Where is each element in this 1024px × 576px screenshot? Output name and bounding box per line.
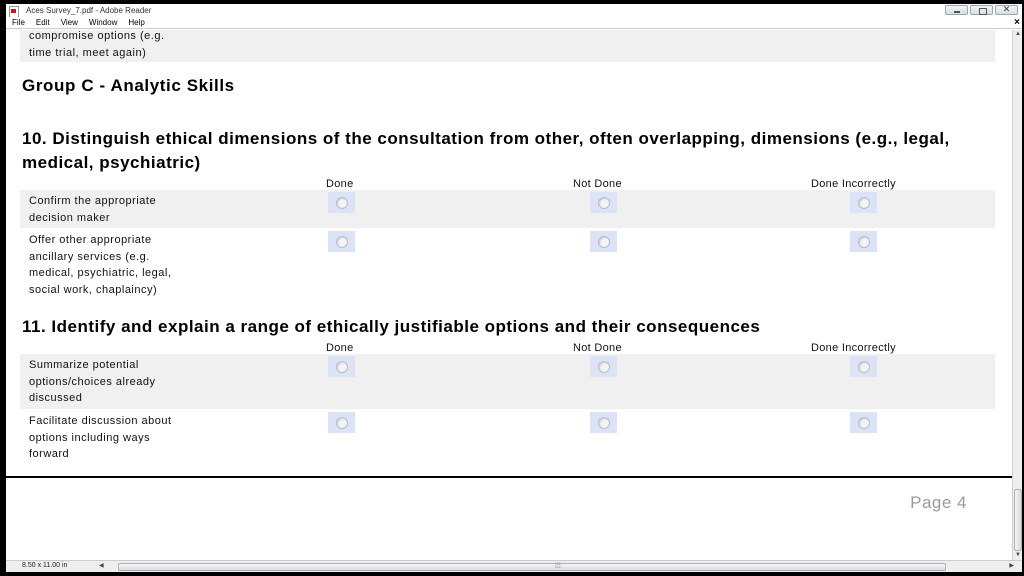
radio-done[interactable] (328, 412, 355, 433)
column-not-done: Not Done (573, 342, 622, 354)
maximize-button[interactable] (970, 5, 993, 15)
previous-item-label: compromise options (e.g. time trial, mee… (29, 30, 165, 59)
question-10-item-1-row: Confirm the appropriate decision maker (20, 190, 995, 228)
previous-item-row: compromise options (e.g. time trial, mee… (20, 30, 995, 62)
radio-not-done[interactable] (590, 231, 617, 252)
radio-not-done[interactable] (590, 192, 617, 213)
window-title: Aces Survey_7.pdf - Adobe Reader (26, 6, 152, 15)
question-10-title: 10. Distinguish ethical dimensions of th… (22, 129, 950, 172)
column-done-incorrectly: Done Incorrectly (811, 342, 896, 354)
menu-help[interactable]: Help (128, 18, 144, 27)
question-11-item-1-row: Summarize potential options/choices alre… (20, 354, 995, 409)
group-heading: Group C - Analytic Skills (22, 76, 235, 95)
page-separator (6, 476, 1012, 478)
vertical-scrollbar[interactable]: ▲ ▼ (1012, 30, 1022, 560)
page-size-indicator: 8.50 x 11.00 in (22, 562, 68, 569)
menu-window[interactable]: Window (89, 18, 117, 27)
horizontal-scrollbar[interactable]: ◀ ⁞⁞⁞ ▶ (96, 562, 1014, 571)
minimize-button[interactable] (945, 5, 968, 15)
pdf-app-icon (8, 5, 20, 18)
radio-not-done[interactable] (590, 412, 617, 433)
item-label: Offer other appropriate ancillary servic… (29, 234, 172, 296)
radio-done-incorrectly[interactable] (850, 192, 877, 213)
title-bar: Aces Survey_7.pdf - Adobe Reader (6, 4, 1022, 18)
item-label: Facilitate discussion about options incl… (29, 415, 172, 460)
menu-file[interactable]: File (12, 18, 25, 27)
radio-not-done[interactable] (590, 356, 617, 377)
scroll-right-arrow-icon[interactable]: ▶ (1009, 562, 1014, 571)
scroll-down-arrow-icon[interactable]: ▼ (1013, 551, 1023, 560)
window-controls (945, 4, 1018, 15)
radio-done[interactable] (328, 231, 355, 252)
scroll-left-arrow-icon[interactable]: ◀ (99, 562, 104, 571)
radio-done-incorrectly[interactable] (850, 412, 877, 433)
close-button[interactable] (995, 4, 1018, 15)
question-11-item-2-row: Facilitate discussion about options incl… (20, 410, 995, 466)
column-done: Done (326, 178, 354, 190)
scroll-up-arrow-icon[interactable]: ▲ (1013, 30, 1023, 39)
close-document-button[interactable]: × (1014, 17, 1020, 29)
radio-done-incorrectly[interactable] (850, 356, 877, 377)
column-not-done: Not Done (573, 178, 622, 190)
radio-done[interactable] (328, 356, 355, 377)
horizontal-scroll-thumb[interactable]: ⁞⁞⁞ (118, 563, 946, 571)
radio-done[interactable] (328, 192, 355, 213)
radio-done-incorrectly[interactable] (850, 231, 877, 252)
menu-view[interactable]: View (61, 18, 78, 27)
document-view: compromise options (e.g. time trial, mee… (6, 30, 1012, 560)
grip-icon: ⁞⁞⁞ (555, 563, 561, 570)
page-number-label: Page 4 (910, 493, 967, 512)
column-done: Done (326, 342, 354, 354)
column-done-incorrectly: Done Incorrectly (811, 178, 896, 190)
status-bar: 8.50 x 11.00 in ◀ ⁞⁞⁞ ▶ (6, 560, 1022, 572)
item-label: Summarize potential options/choices alre… (29, 359, 156, 404)
adobe-reader-window: Aces Survey_7.pdf - Adobe Reader File Ed… (6, 4, 1022, 572)
vertical-scroll-thumb[interactable] (1014, 489, 1022, 551)
item-label: Confirm the appropriate decision maker (29, 195, 157, 224)
menu-edit[interactable]: Edit (36, 18, 50, 27)
menu-bar: File Edit View Window Help × (6, 17, 1022, 29)
question-11-title: 11. Identify and explain a range of ethi… (22, 317, 761, 336)
question-10-item-2-row: Offer other appropriate ancillary servic… (20, 229, 995, 301)
